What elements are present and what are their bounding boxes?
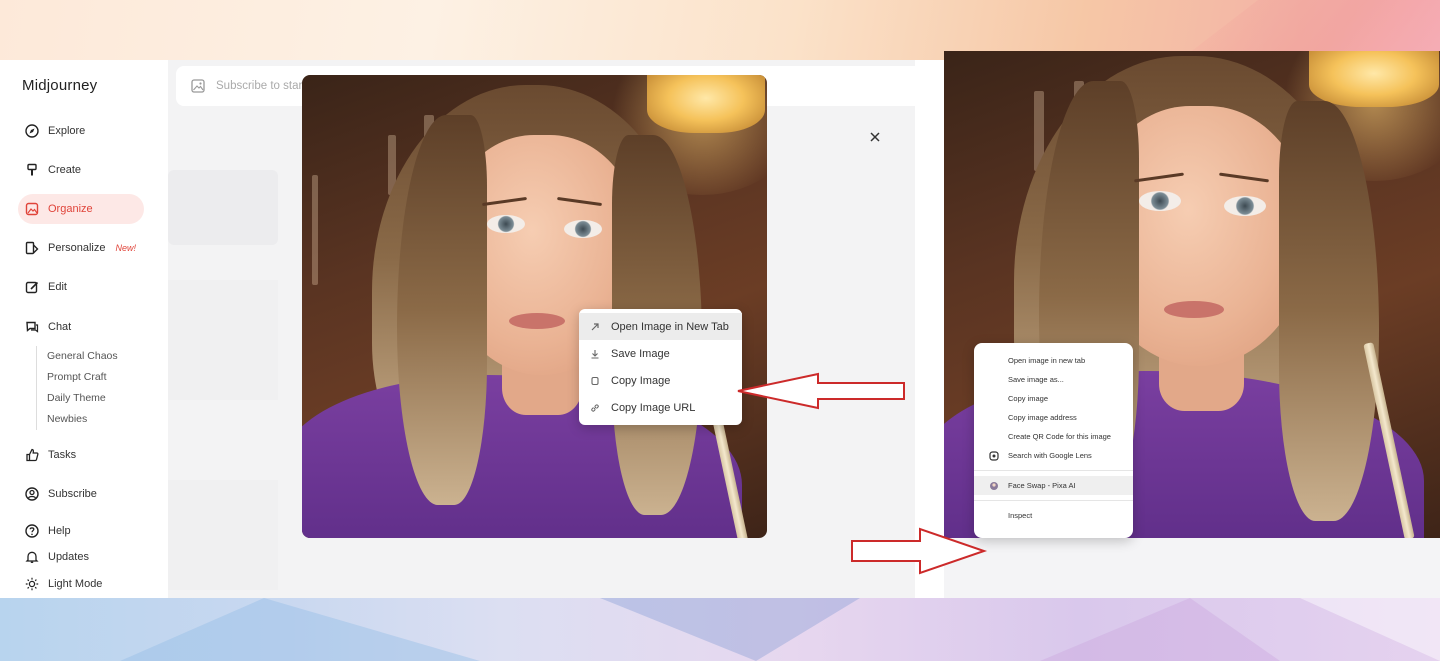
sidebar-item-light-mode[interactable]: Light Mode (18, 569, 112, 599)
chat-channel-list: General Chaos Prompt Craft Daily Theme N… (36, 346, 118, 430)
close-icon[interactable] (866, 128, 884, 146)
sidebar-item-label: Organize (48, 203, 93, 215)
sidebar-item-label: Help (48, 525, 71, 537)
thumbs-up-icon (24, 447, 40, 463)
sidebar-item-label: Subscribe (48, 488, 97, 500)
bg-shape (1040, 598, 1280, 661)
menu-item-save-image[interactable]: Save Image (579, 340, 742, 367)
edit-icon (24, 279, 40, 295)
sidebar-item-label: Explore (48, 125, 86, 137)
menu-item-label: Open Image in New Tab (611, 320, 729, 333)
sidebar-item-explore[interactable]: Explore (18, 116, 95, 146)
menu-item-label: Open image in new tab (1008, 356, 1086, 365)
sidebar-item-tasks[interactable]: Tasks (18, 440, 86, 470)
menu-item-save-image-as[interactable]: Save image as... (974, 370, 1133, 389)
menu-item-open-image-new-tab[interactable]: Open image in new tab (974, 351, 1133, 370)
sidebar-item-label: Updates (48, 551, 89, 563)
sidebar-item-edit[interactable]: Edit (18, 272, 77, 302)
callout-arrow-left (737, 372, 905, 410)
background-detail (312, 175, 318, 285)
personalize-icon (24, 240, 40, 256)
menu-item-label: Copy image (1008, 394, 1049, 403)
menu-item-create-qr-code[interactable]: Create QR Code for this image (974, 427, 1133, 446)
lips (509, 313, 565, 329)
gallery-placeholder (168, 280, 278, 400)
lips (1164, 301, 1224, 318)
sidebar-item-updates[interactable]: Updates (18, 542, 99, 572)
sidebar-item-label: Edit (48, 281, 67, 293)
lens-icon (988, 450, 1000, 462)
menu-item-copy-image[interactable]: Copy Image (579, 367, 742, 394)
sidebar-item-chat[interactable]: Chat (18, 312, 81, 342)
bg-shape (600, 598, 860, 661)
menu-item-label: Copy Image (611, 374, 671, 387)
new-badge: New! (115, 243, 136, 253)
menu-item-label: Face Swap - Pixa AI (1008, 481, 1076, 490)
bell-icon (24, 549, 40, 565)
eye (487, 215, 525, 233)
compass-icon (24, 123, 40, 139)
sidebar-item-create[interactable]: Create (18, 155, 91, 185)
sidebar-item-label: Personalize (48, 242, 106, 254)
link-icon (589, 402, 601, 414)
browser-context-menu: Open image in new tab Save image as... C… (974, 343, 1133, 538)
menu-item-label: Copy image address (1008, 413, 1077, 422)
gallery-placeholder (168, 170, 278, 245)
menu-item-label: Save image as... (1008, 375, 1064, 384)
chat-channel-item[interactable]: Daily Theme (47, 388, 118, 409)
brand-logo[interactable]: Midjourney (22, 77, 97, 94)
sidebar-item-label: Chat (48, 321, 72, 333)
user-circle-icon (24, 486, 40, 502)
chat-channel-item[interactable]: Prompt Craft (47, 367, 118, 388)
sidebar: Midjourney Explore Create Organize Perso… (0, 60, 168, 598)
menu-item-inspect[interactable]: Inspect (974, 506, 1133, 525)
eye (564, 220, 602, 238)
sidebar-item-label: Tasks (48, 449, 77, 461)
bottom-decorative-banner (0, 598, 1440, 661)
eye (1224, 196, 1266, 216)
sidebar-item-label: Create (48, 164, 82, 176)
menu-item-copy-image[interactable]: Copy image (974, 389, 1133, 408)
menu-item-copy-image-url[interactable]: Copy Image URL (579, 394, 742, 421)
copy-icon (589, 375, 601, 387)
image-icon (24, 201, 40, 217)
menu-item-face-swap-pixa-ai[interactable]: Face Swap - Pixa AI (974, 476, 1133, 495)
menu-item-search-google-lens[interactable]: Search with Google Lens (974, 446, 1133, 465)
bg-shape (1300, 598, 1440, 661)
sidebar-item-subscribe[interactable]: Subscribe (18, 479, 107, 509)
eye (1139, 191, 1181, 211)
menu-item-label: Copy Image URL (611, 401, 696, 414)
menu-separator (974, 500, 1133, 501)
menu-separator (974, 470, 1133, 471)
menu-item-label: Save Image (611, 347, 670, 360)
callout-arrow-right (851, 527, 988, 575)
browser-panel-margin (915, 111, 944, 598)
help-icon (24, 523, 40, 539)
external-arrow-icon (589, 321, 601, 333)
image-icon[interactable] (190, 78, 206, 94)
sun-icon (24, 576, 40, 592)
menu-item-label: Inspect (1008, 511, 1033, 520)
menu-item-label: Create QR Code for this image (1008, 432, 1111, 441)
sidebar-item-organize[interactable]: Organize (18, 194, 144, 224)
sidebar-item-label: Light Mode (48, 578, 103, 590)
menu-item-open-image-new-tab[interactable]: Open Image in New Tab (579, 313, 742, 340)
lamp-shade (1309, 51, 1439, 107)
sidebar-item-personalize[interactable]: Personalize New! (18, 233, 146, 263)
menu-item-copy-image-address[interactable]: Copy image address (974, 408, 1133, 427)
gallery-placeholder (168, 480, 278, 590)
brush-icon (24, 162, 40, 178)
lamp-shade (647, 75, 765, 133)
menu-item-label: Search with Google Lens (1008, 451, 1092, 460)
bg-shape (120, 598, 480, 661)
chat-channel-item[interactable]: General Chaos (47, 346, 118, 367)
midjourney-context-menu: Open Image in New Tab Save Image Copy Im… (579, 309, 742, 425)
download-icon (589, 348, 601, 360)
chat-channel-item[interactable]: Newbies (47, 409, 118, 430)
generated-image[interactable] (302, 75, 767, 538)
chat-icon (24, 319, 40, 335)
extension-icon (988, 480, 1000, 492)
